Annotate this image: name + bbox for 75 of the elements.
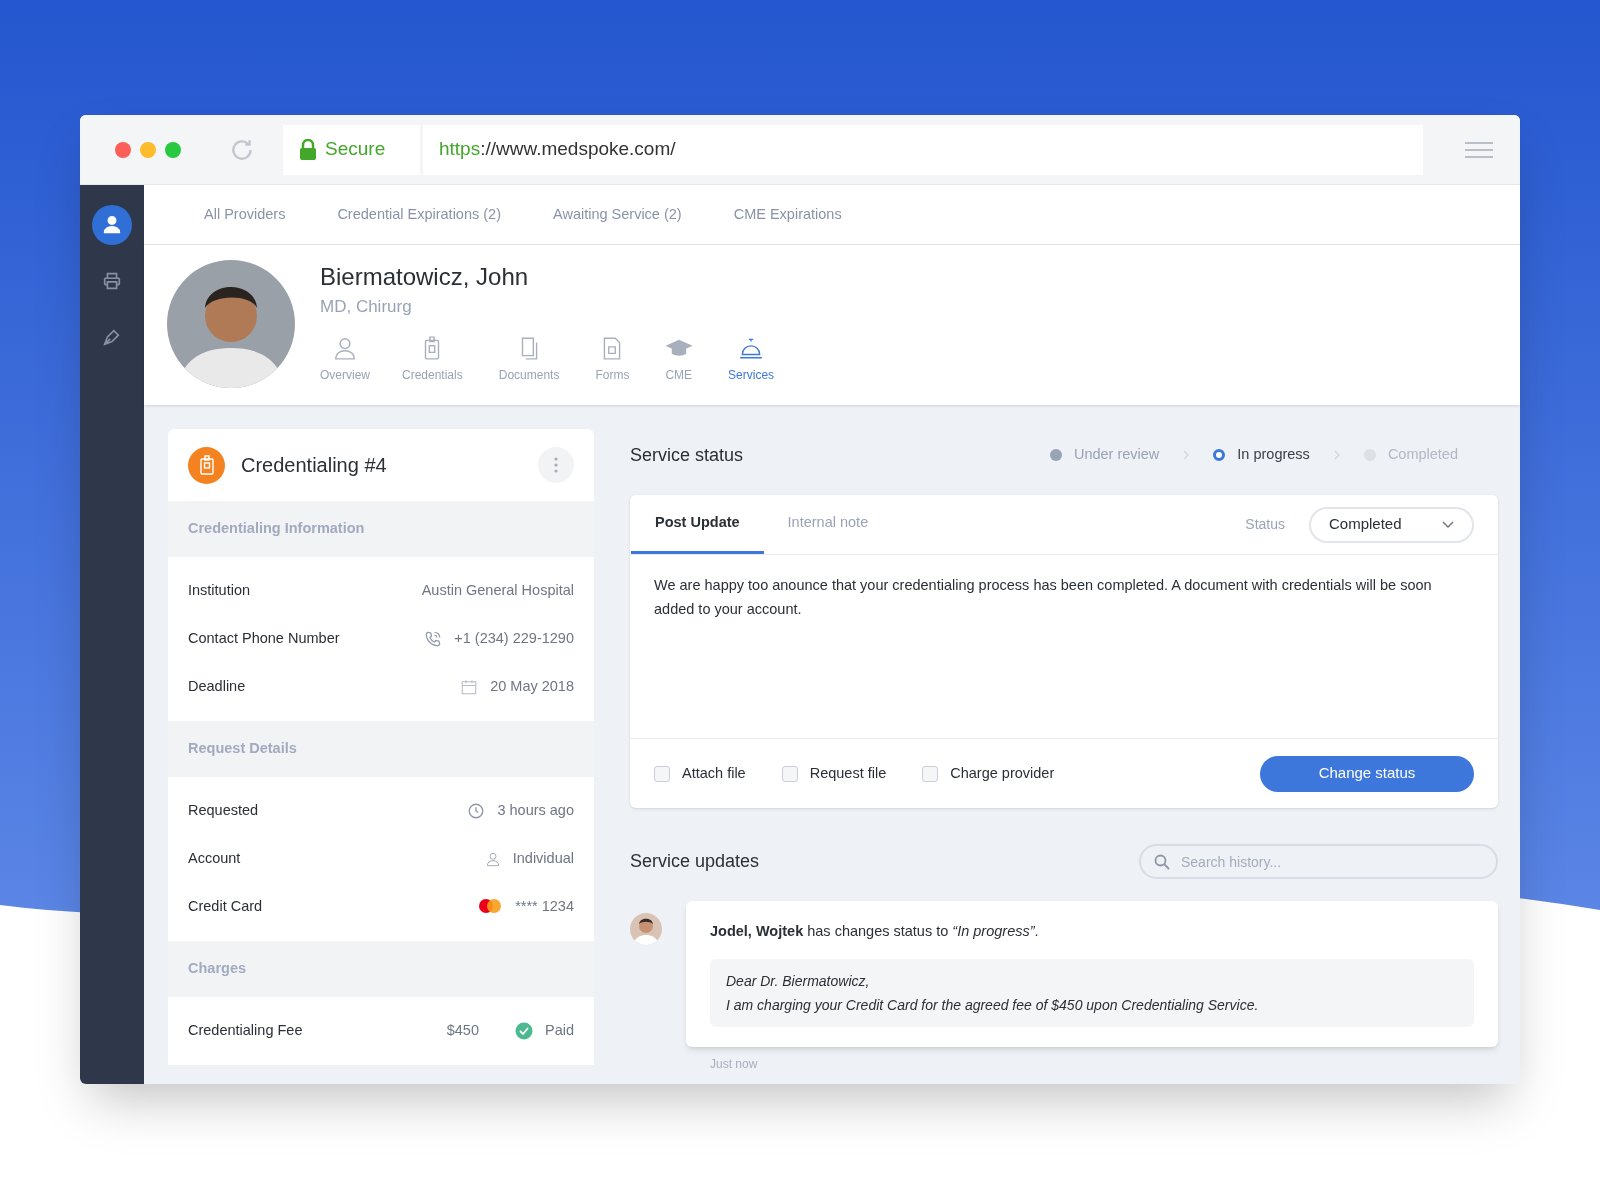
checkbox-label: Attach file bbox=[682, 763, 746, 783]
chevron-right-icon bbox=[1333, 450, 1340, 460]
person-icon bbox=[484, 850, 501, 868]
more-icon bbox=[554, 457, 558, 473]
check-circle-icon bbox=[514, 1022, 533, 1040]
quote-line: Dear Dr. Biermatowicz, bbox=[726, 971, 871, 991]
field-value: Austin General Hospital bbox=[421, 581, 574, 601]
checkbox-label: Charge provider bbox=[950, 763, 1055, 783]
lock-icon bbox=[299, 138, 317, 161]
more-button[interactable] bbox=[538, 447, 574, 483]
checkbox[interactable] bbox=[654, 765, 670, 782]
provider-name: Biermatowicz, John bbox=[320, 262, 530, 292]
field-label: Deadline bbox=[188, 677, 246, 697]
calendar-icon bbox=[460, 678, 479, 696]
quote-line: I am charging your Credit Card for the agreed fee of $450 upon Credentialing Service. bbox=[726, 995, 1260, 1015]
profile-tab[interactable]: CME bbox=[665, 333, 693, 384]
field-value: +1 (234) 229-1290 bbox=[454, 629, 574, 649]
message-text[interactable]: We are happy too anounce that your credentialing process has been completed. A document with credentials will be soon added to your account. bbox=[630, 555, 1498, 738]
step-label: Completed bbox=[1387, 445, 1458, 465]
section-title: Service status bbox=[630, 443, 744, 467]
card-title: Credentialing #4 bbox=[241, 453, 387, 478]
field-label: Institution bbox=[188, 581, 251, 601]
profile-tab[interactable]: Services bbox=[728, 333, 775, 384]
nav-tab[interactable]: All Providers bbox=[204, 203, 286, 226]
editor-tab[interactable]: Post Update bbox=[631, 495, 764, 554]
menu-icon[interactable] bbox=[1465, 140, 1493, 159]
checkbox[interactable] bbox=[922, 765, 939, 782]
section-title: Service updates bbox=[630, 850, 760, 873]
minimize-window-button[interactable] bbox=[140, 141, 156, 158]
field-value: 3 hours ago bbox=[497, 801, 574, 821]
profile-tab[interactable]: Forms bbox=[595, 333, 630, 384]
section-heading: Charges bbox=[188, 959, 247, 979]
profile-tab[interactable]: Documents bbox=[498, 333, 560, 384]
field-value: **** 1234 bbox=[515, 897, 574, 917]
address-bar[interactable]: https://www.medspoke.com/ bbox=[423, 124, 1423, 175]
checkbox[interactable] bbox=[781, 765, 798, 782]
field-label: Contact Phone Number bbox=[188, 629, 340, 649]
fee-amount: $450 bbox=[446, 1021, 479, 1041]
timestamp: Just now bbox=[710, 1055, 759, 1073]
chevron-down-icon bbox=[1442, 520, 1454, 529]
phone-icon bbox=[424, 630, 443, 648]
section-heading: Request Details bbox=[188, 739, 297, 759]
status-dropdown[interactable]: Completed bbox=[1309, 506, 1474, 543]
nav-tab[interactable]: CME Expirations bbox=[733, 203, 842, 226]
step-label: Under review bbox=[1073, 445, 1160, 465]
user-icon[interactable] bbox=[92, 205, 132, 245]
profile-tab[interactable]: Credentials bbox=[402, 333, 463, 384]
field-value: 20 May 2018 bbox=[490, 677, 574, 697]
field-value: Individual bbox=[512, 849, 574, 869]
editor-tab[interactable]: Internal note bbox=[763, 495, 893, 554]
nav-tab[interactable]: Credential Expirations (2) bbox=[337, 203, 501, 226]
chevron-right-icon bbox=[1183, 450, 1190, 460]
clock-icon bbox=[467, 802, 486, 820]
nav-tab[interactable]: Awaiting Service (2) bbox=[553, 203, 682, 226]
field-label: Credentialing Fee bbox=[188, 1021, 303, 1041]
field-label: Credit Card bbox=[188, 897, 263, 917]
change-status-button[interactable]: Change status bbox=[1260, 755, 1474, 792]
search-field[interactable]: Search history... bbox=[1139, 844, 1498, 879]
avatar bbox=[630, 913, 662, 945]
card-brand-icon bbox=[477, 898, 504, 916]
profile-tab[interactable]: Overview bbox=[320, 333, 370, 384]
badge-icon bbox=[188, 446, 225, 484]
section-heading: Credentialing Information bbox=[188, 519, 365, 539]
secure-label: Secure bbox=[325, 137, 386, 162]
checkbox-label: Request file bbox=[809, 763, 887, 783]
provider-title: MD, Chirurg bbox=[320, 296, 413, 318]
payment-status: Paid bbox=[544, 1021, 574, 1041]
close-window-button[interactable] bbox=[115, 141, 131, 158]
update-text: Jodel, Wojtek has changes status to “In progress”. bbox=[710, 922, 1040, 941]
step-label: In progress bbox=[1237, 445, 1310, 465]
maximize-window-button[interactable] bbox=[165, 141, 181, 158]
status-label: Status bbox=[1245, 515, 1285, 534]
field-label: Requested bbox=[188, 801, 259, 821]
search-icon bbox=[1154, 854, 1170, 870]
field-label: Account bbox=[188, 849, 241, 869]
